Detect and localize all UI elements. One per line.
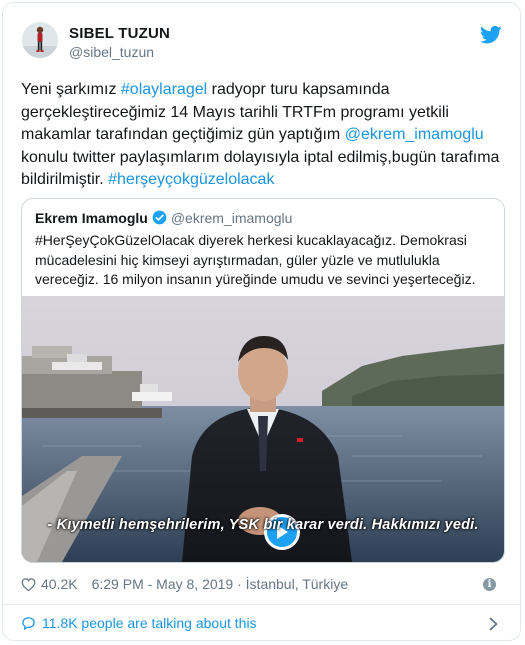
talking-about-text[interactable]: 11.8K people are talking about this bbox=[42, 615, 257, 631]
quoted-author-name[interactable]: Ekrem Imamoglu bbox=[35, 210, 148, 226]
hashtag-link[interactable]: #herşeyçokgüzelolacak bbox=[108, 171, 274, 188]
chevron-right-icon[interactable] bbox=[489, 617, 498, 631]
hashtag-link[interactable]: #olaylaragel bbox=[121, 81, 207, 98]
video-subtitle: - Kıymetli hemşehrilerim, YSK bir karar … bbox=[47, 517, 479, 533]
mention-link[interactable]: @ekrem_imamoglu bbox=[345, 126, 484, 143]
info-icon[interactable]: i bbox=[483, 578, 496, 591]
quoted-tweet-text: #HerŞeyÇokGüzelOlacak diyerek herkesi ku… bbox=[35, 232, 476, 287]
video-player[interactable]: - Kıymetli hemşehrilerim, YSK bir karar … bbox=[22, 296, 504, 562]
avatar[interactable] bbox=[22, 22, 58, 58]
tweet-text-segment: Yeni şarkımız bbox=[21, 81, 121, 98]
author-name[interactable]: SIBEL TUZUN bbox=[69, 25, 170, 42]
verified-badge-icon bbox=[152, 210, 167, 225]
author-handle[interactable]: @sibel_tuzun bbox=[69, 44, 154, 60]
twitter-bird-icon[interactable] bbox=[480, 25, 502, 45]
tweet-meta: 40.2K 6:29 PM - May 8, 2019 · İstanbul, … bbox=[21, 576, 348, 592]
quoted-tweet[interactable]: Ekrem Imamoglu @ekrem_imamoglu #HerŞeyÇo… bbox=[21, 198, 505, 563]
talking-about-link[interactable]: 11.8K people are talking about this bbox=[21, 615, 257, 631]
like-count[interactable]: 40.2K bbox=[41, 576, 78, 592]
quoted-author-handle[interactable]: @ekrem_imamoglu bbox=[171, 210, 293, 226]
speech-bubble-icon bbox=[22, 616, 35, 630]
tweet-timestamp[interactable]: 6:29 PM - May 8, 2019 · İstanbul, Türkiy… bbox=[92, 576, 349, 592]
tweet-card: SIBEL TUZUN @sibel_tuzun Yeni şarkımız #… bbox=[2, 2, 521, 641]
divider bbox=[3, 604, 520, 605]
heart-icon[interactable] bbox=[21, 577, 36, 592]
quoted-tweet-header: Ekrem Imamoglu @ekrem_imamoglu bbox=[35, 210, 292, 226]
tweet-text: Yeni şarkımız #olaylaragel radyopr turu … bbox=[21, 79, 507, 192]
